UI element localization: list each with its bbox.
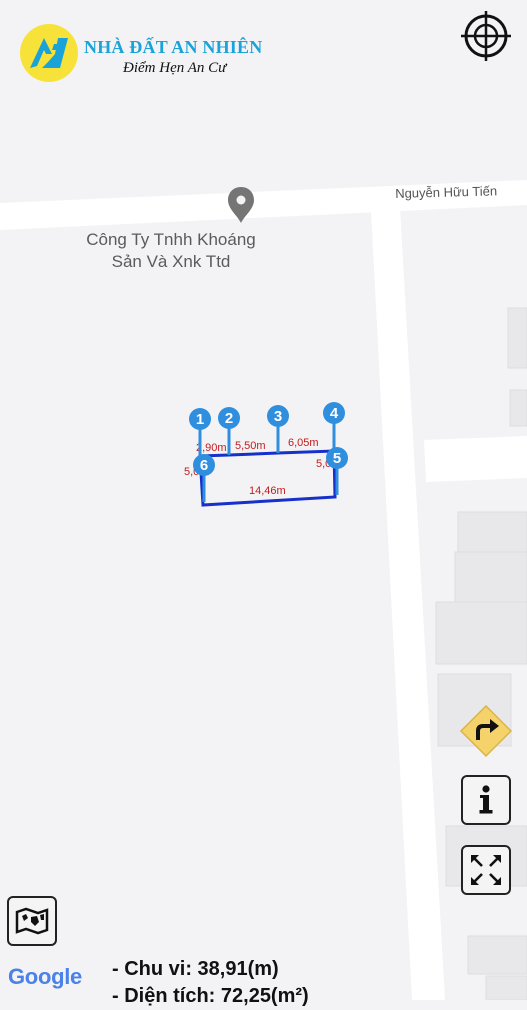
segment-label-3: 6,05m: [288, 437, 319, 449]
building-block: [454, 551, 527, 603]
info-icon: [479, 785, 493, 814]
locate-button[interactable]: [459, 9, 513, 63]
street-label: Nguyễn Hữu Tiến: [395, 183, 498, 201]
info-button[interactable]: [461, 775, 511, 825]
brand-slogan: Điểm Hẹn An Cư: [123, 60, 227, 76]
vertex-marker-label: 3: [274, 408, 282, 425]
logo-mark-icon: [30, 38, 68, 68]
segment-label-2: 5,50m: [235, 440, 266, 452]
vertex-marker-label: 1: [196, 411, 204, 428]
logo-badge: [20, 24, 78, 82]
vertex-marker-label: 4: [330, 405, 339, 422]
expand-icon: [471, 855, 501, 885]
vertex-marker-label: 5: [333, 450, 341, 467]
map-icon: [15, 907, 49, 935]
google-logo-text: Google: [8, 964, 82, 989]
map-canvas[interactable]: 2,90m 5,50m 6,05m 5,0m 5,0m 14,46m 1 2 3…: [0, 0, 527, 1000]
measurement-panel: - Chu vi: 38,91(m) - Diện tích: 72,25(m²…: [112, 956, 309, 1010]
building-block: [435, 601, 527, 665]
area-text: - Diện tích: 72,25(m²): [112, 985, 309, 1007]
segment-label-6: 14,46m: [249, 485, 286, 497]
google-logo: Google: [8, 964, 82, 990]
poi-name-line-2: Sản Và Xnk Ttd: [111, 252, 231, 271]
building-block: [485, 975, 527, 1000]
poi-name-line-1: Công Ty Tnhh Khoáng: [86, 230, 256, 249]
direction-button[interactable]: [459, 704, 513, 758]
building-block: [467, 935, 527, 975]
brand-name: NHÀ ĐẤT AN NHIÊN: [84, 37, 263, 57]
poi-name[interactable]: Công Ty Tnhh Khoáng Sản Và Xnk Ttd: [60, 229, 282, 273]
vertex-marker-label: 2: [225, 410, 233, 427]
fullscreen-button[interactable]: [461, 845, 511, 895]
turn-right-icon: [459, 704, 513, 758]
perimeter-text: - Chu vi: 38,91(m): [112, 958, 279, 980]
crosshair-icon: [461, 11, 511, 61]
brand-logo: NHÀ ĐẤT AN NHIÊN Điểm Hẹn An Cư: [20, 24, 280, 84]
vertex-marker-label: 6: [200, 457, 208, 474]
road-lane-right: [424, 436, 527, 482]
building-block: [457, 511, 527, 553]
building-block: [509, 389, 527, 427]
map-type-button[interactable]: [7, 896, 57, 946]
building-block: [507, 307, 527, 369]
